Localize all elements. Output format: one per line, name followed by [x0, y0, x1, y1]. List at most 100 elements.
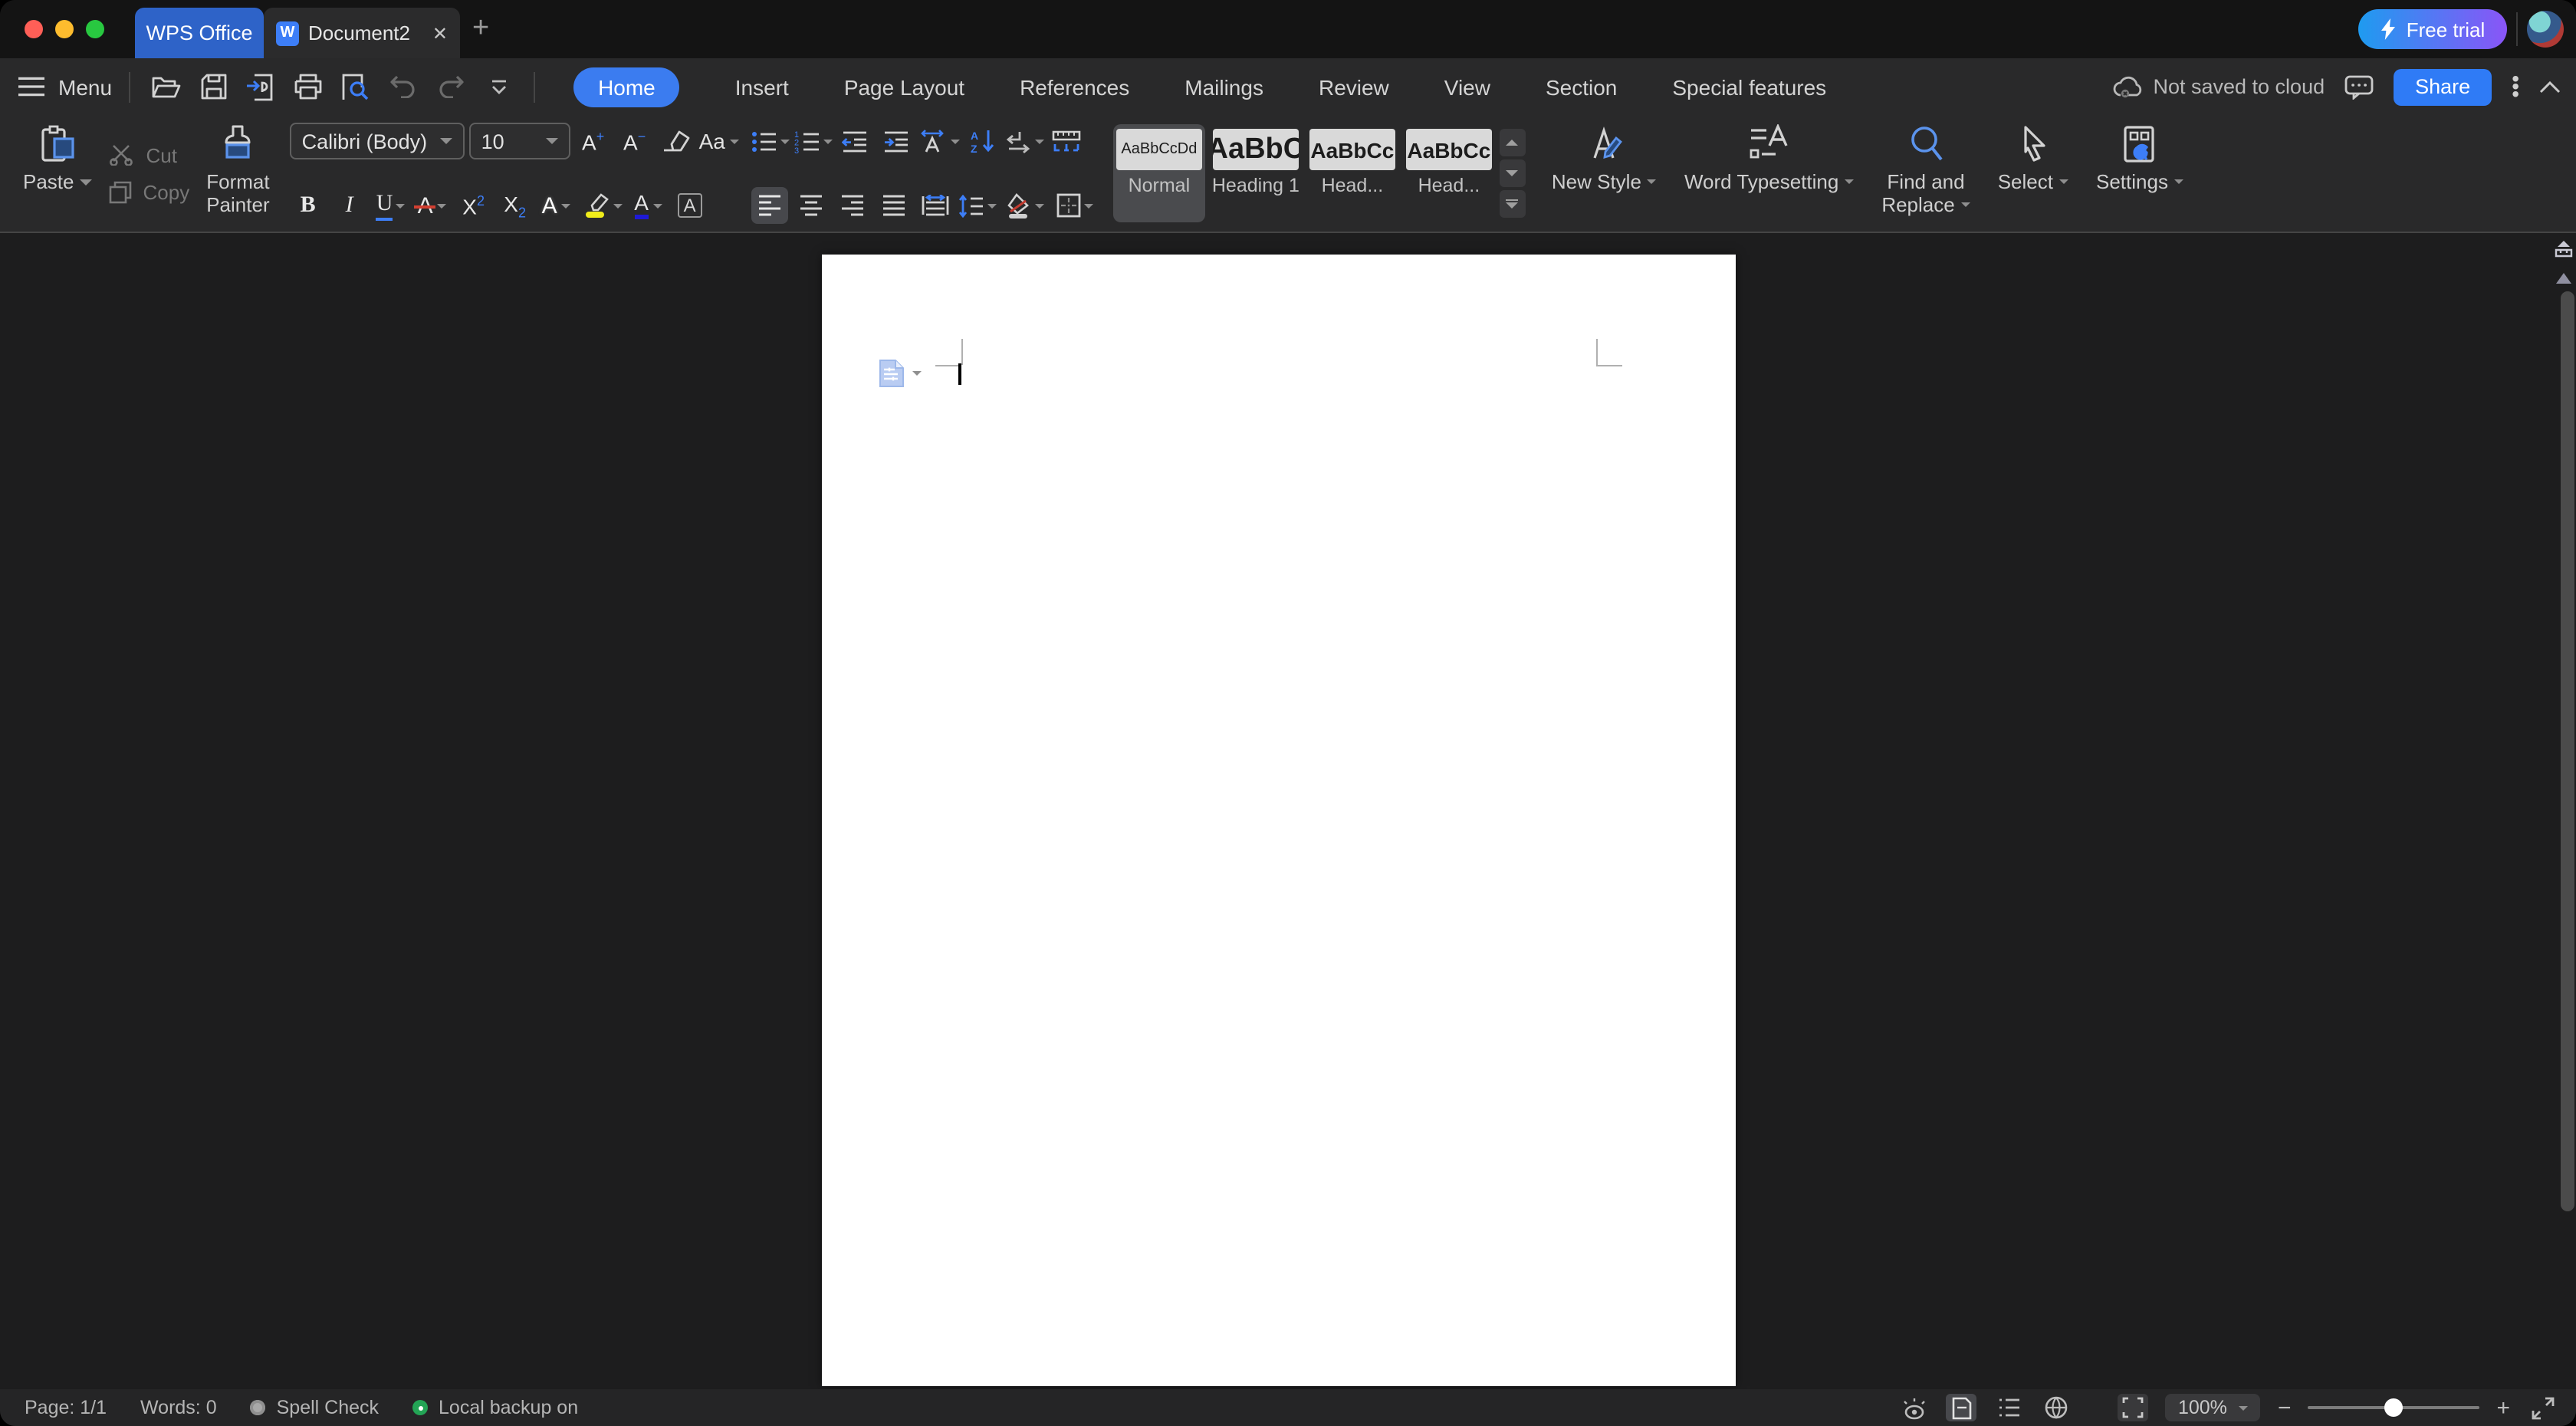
zoom-in-button[interactable]: +	[2496, 1396, 2510, 1419]
tab-view[interactable]: View	[1444, 74, 1490, 99]
spell-check-status[interactable]: Spell Check	[251, 1397, 379, 1418]
clear-formatting-button[interactable]	[658, 123, 695, 159]
document-page[interactable]	[822, 255, 1736, 1386]
line-spacing-button[interactable]	[958, 187, 997, 224]
zoom-out-button[interactable]: −	[2278, 1396, 2292, 1419]
italic-button[interactable]: I	[331, 187, 368, 224]
align-right-button[interactable]	[834, 187, 871, 224]
vertical-scrollbar[interactable]	[2551, 233, 2576, 1389]
style-heading1[interactable]: AaBbC Heading 1	[1210, 124, 1302, 222]
scrollbar-thumb[interactable]	[2561, 291, 2574, 1211]
word-typesetting-button[interactable]: Word Typesetting	[1671, 120, 1868, 227]
copy-button[interactable]: Copy	[110, 180, 190, 203]
tab-insert[interactable]: Insert	[735, 74, 789, 99]
minimize-window-button[interactable]	[55, 20, 74, 38]
format-painter-button[interactable]: Format Painter	[196, 120, 280, 227]
export-pdf-button[interactable]	[242, 68, 279, 105]
font-size-select[interactable]: 10	[469, 123, 570, 159]
tab-page-layout[interactable]: Page Layout	[844, 74, 964, 99]
more-options-button[interactable]: •••	[2512, 75, 2519, 98]
font-color-button[interactable]: A	[630, 187, 667, 224]
font-family-select[interactable]: Calibri (Body)	[290, 123, 465, 159]
style-heading3[interactable]: AaBbCc Head...	[1403, 124, 1495, 222]
page-view-button[interactable]	[1947, 1394, 1977, 1421]
cloud-status[interactable]: Not saved to cloud	[2113, 75, 2325, 98]
tab-special-features[interactable]: Special features	[1672, 74, 1826, 99]
distribute-button[interactable]	[917, 187, 954, 224]
user-avatar[interactable]	[2527, 11, 2564, 48]
borders-button[interactable]	[1052, 187, 1098, 224]
shrink-font-button[interactable]: A−	[616, 123, 653, 159]
document-area[interactable]	[0, 233, 2576, 1389]
print-button[interactable]	[290, 68, 327, 105]
eye-protection-button[interactable]	[1899, 1394, 1930, 1421]
grow-font-button[interactable]: A+	[575, 123, 612, 159]
share-button[interactable]: Share	[2394, 68, 2492, 105]
find-replace-button[interactable]: Find and Replace	[1868, 120, 1983, 227]
new-style-button[interactable]: New Style	[1538, 120, 1671, 227]
justify-button[interactable]	[876, 187, 912, 224]
web-view-button[interactable]	[2042, 1394, 2072, 1421]
print-preview-button[interactable]	[337, 68, 374, 105]
tab-mailings[interactable]: Mailings	[1184, 74, 1263, 99]
superscript-button[interactable]: X2	[455, 187, 492, 224]
select-button[interactable]: Select	[1984, 120, 2082, 227]
bold-button[interactable]: B	[290, 187, 327, 224]
zoom-slider[interactable]	[2308, 1406, 2479, 1409]
styles-more-button[interactable]	[1500, 190, 1526, 218]
change-case-button[interactable]: Aa	[699, 123, 739, 159]
subscript-button[interactable]: X2	[497, 187, 534, 224]
document-tab[interactable]: W Document2 ✕	[264, 8, 460, 58]
sort-button[interactable]: AZ	[964, 123, 1001, 159]
zoom-window-button[interactable]	[86, 20, 104, 38]
comments-icon[interactable]	[2344, 74, 2374, 99]
bullets-button[interactable]	[751, 123, 790, 159]
fit-page-button[interactable]	[2118, 1394, 2149, 1421]
fullscreen-button[interactable]	[2527, 1394, 2558, 1421]
outline-view-button[interactable]	[1994, 1394, 2025, 1421]
shading-button[interactable]	[1001, 187, 1047, 224]
zoom-level-select[interactable]: 100%	[2166, 1394, 2261, 1421]
styles-scroll-up-button[interactable]	[1500, 129, 1526, 156]
open-file-button[interactable]	[147, 68, 184, 105]
undo-button[interactable]	[385, 68, 422, 105]
style-normal[interactable]: AaBbCcDd Normal	[1113, 124, 1205, 222]
settings-button[interactable]: Settings	[2082, 120, 2197, 227]
align-left-button[interactable]	[751, 187, 788, 224]
redo-button[interactable]	[432, 68, 469, 105]
decrease-indent-button[interactable]	[837, 123, 874, 159]
local-backup-status[interactable]: Local backup on	[412, 1397, 578, 1418]
customize-toolbar-button[interactable]	[480, 68, 517, 105]
free-trial-button[interactable]: Free trial	[2358, 9, 2507, 49]
paste-button[interactable]: Paste	[12, 120, 104, 227]
close-window-button[interactable]	[25, 20, 43, 38]
text-direction-button[interactable]	[920, 123, 960, 159]
strikethrough-button[interactable]: A	[414, 187, 451, 224]
main-menu-button[interactable]: Menu	[18, 74, 112, 99]
underline-button[interactable]: U	[373, 187, 409, 224]
zoom-slider-thumb[interactable]	[2384, 1398, 2403, 1417]
ruler-toggle-icon[interactable]	[2555, 239, 2573, 258]
tab-review[interactable]: Review	[1319, 74, 1389, 99]
page-indicator[interactable]: Page: 1/1	[25, 1397, 107, 1418]
numbering-button[interactable]: 123	[794, 123, 833, 159]
close-document-icon[interactable]: ✕	[432, 22, 448, 44]
tab-section[interactable]: Section	[1546, 74, 1617, 99]
align-center-button[interactable]	[793, 187, 830, 224]
tab-stops-button[interactable]	[1049, 123, 1086, 159]
tab-home[interactable]: Home	[573, 67, 680, 107]
save-button[interactable]	[195, 68, 232, 105]
style-heading2[interactable]: AaBbCc Head...	[1306, 124, 1398, 222]
paragraph-mark-button[interactable]	[1006, 123, 1044, 159]
wps-home-tab[interactable]: WPS Office	[135, 8, 264, 58]
text-effects-button[interactable]: A	[538, 187, 575, 224]
collapse-ribbon-icon[interactable]	[2539, 80, 2561, 93]
character-shading-button[interactable]: A	[672, 187, 708, 224]
page-quick-settings[interactable]	[879, 359, 922, 388]
word-count[interactable]: Words: 0	[140, 1397, 217, 1418]
cut-button[interactable]: Cut	[110, 143, 190, 166]
styles-scroll-down-button[interactable]	[1500, 159, 1526, 187]
tab-references[interactable]: References	[1020, 74, 1129, 99]
increase-indent-button[interactable]	[879, 123, 915, 159]
new-tab-button[interactable]: +	[472, 12, 489, 46]
